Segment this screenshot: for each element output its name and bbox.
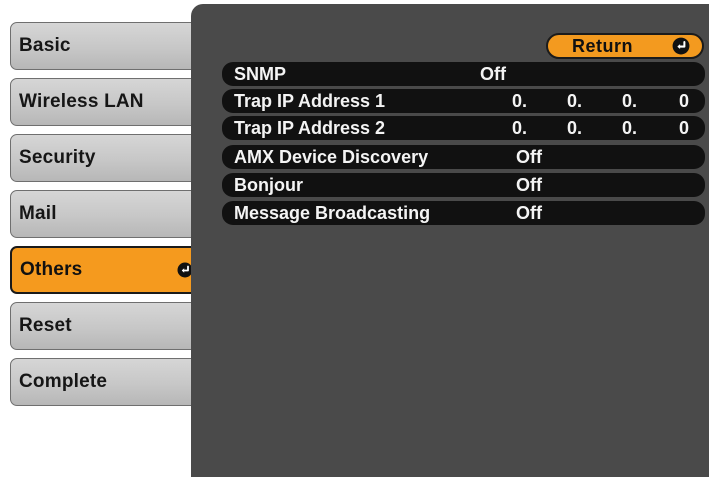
ip-octet: 0 (679, 91, 690, 111)
projector-network-menu: Basic Wireless LAN Security Mail Others … (0, 0, 709, 477)
enter-icon (672, 37, 690, 55)
ip-octet: 0. (622, 91, 638, 111)
ip-octet: 0. (512, 91, 528, 111)
setting-row-amx-device-discovery[interactable]: AMX Device Discovery Off (222, 145, 705, 169)
tab-basic[interactable]: Basic (10, 22, 203, 70)
return-label: Return (572, 35, 633, 56)
setting-label: AMX Device Discovery (234, 147, 429, 167)
setting-value: Off (516, 203, 542, 223)
setting-value: Off (516, 147, 542, 167)
ip-octet: 0. (622, 118, 638, 138)
ip-octet: 0. (567, 118, 583, 138)
setting-label: Message Broadcasting (234, 203, 431, 223)
setting-row-message-broadcasting[interactable]: Message Broadcasting Off (222, 201, 705, 225)
setting-row-trap-ip-1[interactable]: Trap IP Address 1 0. 0. 0. 0 (222, 89, 705, 113)
ip-octet: 0. (512, 118, 528, 138)
tab-mail[interactable]: Mail (10, 190, 203, 238)
ip-octet: 0. (567, 91, 583, 111)
setting-value: Off (516, 175, 542, 195)
setting-label: SNMP (234, 64, 287, 84)
tab-label: Complete (19, 371, 108, 392)
tab-security[interactable]: Security (10, 134, 203, 182)
tab-others[interactable]: Others (10, 246, 202, 294)
setting-label: Trap IP Address 2 (234, 118, 386, 138)
tab-label: Mail (19, 203, 57, 224)
tab-label: Security (19, 147, 96, 168)
return-button[interactable]: Return (546, 33, 704, 59)
tab-reset[interactable]: Reset (10, 302, 203, 350)
tab-label: Reset (19, 315, 72, 336)
tab-label: Basic (19, 35, 71, 56)
setting-row-trap-ip-2[interactable]: Trap IP Address 2 0. 0. 0. 0 (222, 116, 705, 140)
setting-label: Trap IP Address 1 (234, 91, 386, 111)
tab-label: Wireless LAN (19, 91, 144, 112)
setting-label: Bonjour (234, 175, 303, 195)
tab-complete[interactable]: Complete (10, 358, 203, 406)
ip-octet: 0 (679, 118, 690, 138)
tab-wireless-lan[interactable]: Wireless LAN (10, 78, 203, 126)
setting-row-bonjour[interactable]: Bonjour Off (222, 173, 705, 197)
setting-row-snmp[interactable]: SNMP Off (222, 62, 705, 86)
setting-value: Off (480, 64, 506, 84)
tab-label: Others (20, 259, 83, 280)
